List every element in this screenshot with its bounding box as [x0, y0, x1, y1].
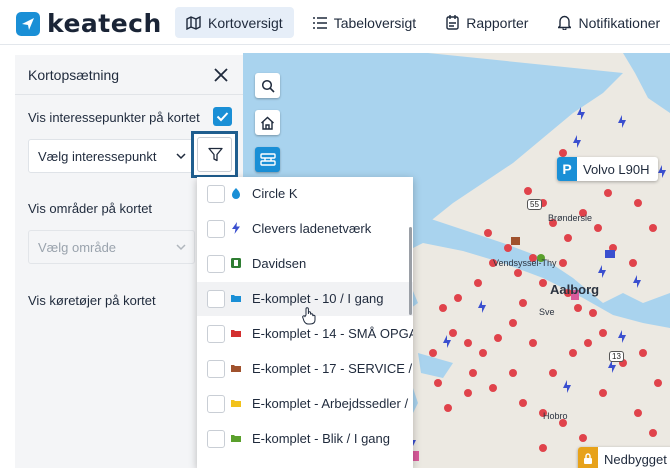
option-checkbox[interactable]	[207, 255, 225, 273]
davidsen-icon	[231, 258, 241, 268]
place-label: Brøndersle	[548, 213, 593, 223]
filter-button-inner	[197, 137, 232, 172]
filter-icon	[208, 147, 223, 162]
top-bar: keatech Kortoversigt Tabeloversigt Rappo…	[0, 0, 670, 45]
place-label: Sve	[539, 307, 555, 317]
vehicle-marker-label[interactable]: P Volvo L90H	[557, 157, 658, 181]
chevron-down-icon	[176, 244, 186, 251]
list-icon	[312, 16, 327, 29]
close-icon[interactable]	[213, 67, 229, 83]
folder-icon	[231, 365, 241, 372]
nav-tabeloversigt[interactable]: Tabeloversigt	[302, 7, 428, 38]
option-label: Davidsen	[252, 256, 307, 271]
parking-icon: P	[557, 157, 577, 181]
dropdown-option[interactable]: Clevers ladenetværk	[197, 212, 413, 246]
road-badge: 55	[527, 199, 542, 210]
area-select-placeholder: Vælg område	[38, 239, 117, 255]
dropdown-option[interactable]: E-komplet - Blik / I gang	[197, 422, 413, 456]
nav-label: Notifikationer	[578, 14, 661, 31]
option-label: E-komplet - 10 / I gang	[252, 291, 384, 306]
hand-cursor-icon	[302, 307, 316, 325]
brand-name: keatech	[47, 9, 162, 38]
road-badge: 13	[609, 351, 624, 362]
option-label: E-komplet - 14 - SMÅ OPGA	[252, 326, 413, 341]
bell-icon	[558, 15, 572, 30]
chevron-down-icon	[176, 153, 186, 160]
areas-label: Vis områder på kortet	[28, 201, 153, 216]
status-chip[interactable]: Nedbygget	[578, 447, 670, 468]
folder-icon	[231, 330, 241, 337]
poi-filter-button[interactable]	[191, 131, 238, 178]
map-icon	[186, 15, 201, 30]
check-icon	[216, 112, 229, 122]
panel-title: Kortopsætning	[28, 66, 120, 83]
brand-logo[interactable]: keatech	[16, 9, 162, 38]
nav-label: Rapporter	[466, 14, 529, 31]
area-select[interactable]: Vælg område	[28, 230, 195, 264]
option-checkbox[interactable]	[207, 360, 225, 378]
vehicles-label: Vis køretøjer på kortet	[28, 293, 156, 308]
panel-header: Kortopsætning	[15, 55, 243, 95]
place-label: Vendsyssel-Thy	[493, 258, 557, 268]
poi-label: Vis interessepunkter på kortet	[28, 110, 200, 125]
lock-icon	[578, 447, 598, 468]
nav-kortoversigt[interactable]: Kortoversigt	[175, 7, 294, 38]
poi-select-placeholder: Vælg interessepunkt	[38, 148, 157, 164]
dropdown-option[interactable]: Davidsen	[197, 247, 413, 281]
vehicle-name: Volvo L90H	[583, 161, 650, 177]
dropdown-option[interactable]: E-komplet - 17 - SERVICE /	[197, 352, 413, 386]
option-checkbox[interactable]	[207, 430, 225, 448]
dropdown-scrollbar[interactable]	[409, 227, 412, 315]
folder-icon	[231, 435, 241, 442]
option-checkbox[interactable]	[207, 325, 225, 343]
option-checkbox[interactable]	[207, 185, 225, 203]
nav-notifikationer[interactable]: Notifikationer	[547, 7, 670, 38]
logo-arrow-icon	[16, 11, 40, 36]
option-checkbox[interactable]	[207, 220, 225, 238]
option-checkbox[interactable]	[207, 395, 225, 413]
nav-rapporter[interactable]: Rapporter	[435, 7, 539, 38]
option-label: Clevers ladenetværk	[252, 221, 372, 236]
poi-checkbox[interactable]	[213, 107, 232, 126]
poi-select[interactable]: Vælg interessepunkt	[28, 139, 195, 173]
option-label: E-komplet - Blik / I gang	[252, 431, 390, 446]
option-label: E-komplet - Arbejdssedler /	[252, 396, 409, 411]
circle-k-icon	[232, 188, 240, 199]
report-icon	[446, 15, 459, 30]
status-chip-label: Nedbygget	[604, 451, 667, 467]
folder-icon	[231, 295, 241, 302]
nav-label: Kortoversigt	[208, 14, 283, 31]
nav-label: Tabeloversigt	[333, 14, 417, 31]
option-label: E-komplet - 17 - SERVICE /	[252, 361, 413, 376]
option-checkbox[interactable]	[207, 290, 225, 308]
option-label: Circle K	[252, 186, 298, 201]
dropdown-option[interactable]: E-komplet - Arbejdssedler /	[197, 387, 413, 421]
main-nav: Kortoversigt Tabeloversigt Rapporter Not…	[175, 7, 670, 38]
folder-icon	[231, 400, 241, 407]
place-label: Aalborg	[550, 282, 600, 297]
lightning-icon	[232, 222, 240, 234]
dropdown-option[interactable]: Circle K	[197, 177, 413, 211]
place-label: Hobro	[543, 411, 568, 421]
